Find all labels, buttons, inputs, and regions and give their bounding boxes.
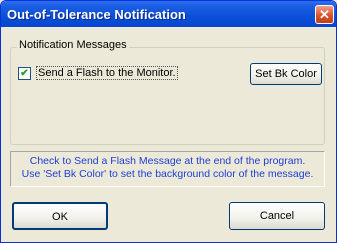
send-flash-label[interactable]: Send a Flash to the Monitor.: [36, 66, 178, 80]
notification-messages-group: [10, 47, 325, 145]
help-text-line-1: Check to Send a Flash Message at the end…: [29, 155, 306, 167]
help-text-panel: Check to Send a Flash Message at the end…: [10, 151, 325, 187]
close-icon: ✕: [319, 7, 330, 22]
help-text-line-2: Use 'Set Bk Color' to set the background…: [21, 168, 314, 180]
set-bk-color-button[interactable]: Set Bk Color: [250, 63, 322, 85]
dialog-window: Out-of-Tolerance Notification ✕ Notifica…: [0, 0, 337, 243]
group-label: Notification Messages: [17, 39, 129, 51]
close-button[interactable]: ✕: [315, 5, 334, 24]
window-title: Out-of-Tolerance Notification: [7, 7, 186, 22]
cancel-button[interactable]: Cancel: [229, 202, 325, 230]
title-bar[interactable]: Out-of-Tolerance Notification ✕: [1, 1, 336, 27]
send-flash-checkbox[interactable]: ✔: [18, 67, 31, 80]
checkmark-icon: ✔: [20, 68, 29, 79]
ok-button[interactable]: OK: [12, 202, 108, 230]
